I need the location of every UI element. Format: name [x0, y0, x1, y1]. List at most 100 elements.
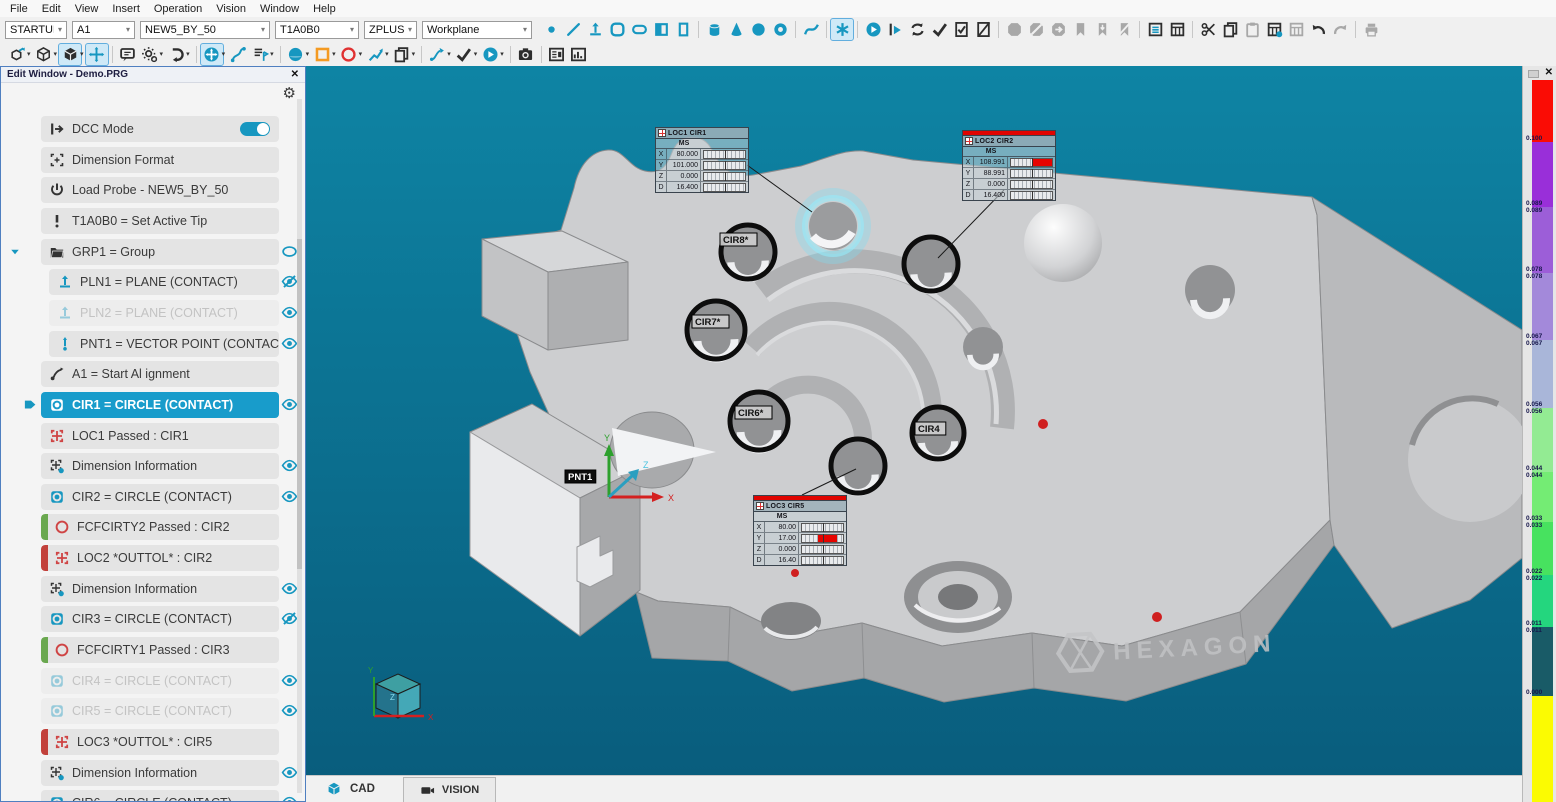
paste-icon[interactable]	[1241, 19, 1263, 40]
command-item-fcfcirty1[interactable]: FCFCIRTY1 Passed : CIR3	[41, 637, 279, 663]
command-item-dimension[interactable]: Dimension Information	[41, 760, 279, 786]
command-item-dimension[interactable]: Dimension Format	[41, 147, 279, 173]
eye-icon[interactable]	[281, 672, 298, 689]
confirm-icon[interactable]	[453, 44, 475, 65]
solid-view-icon[interactable]	[59, 44, 81, 65]
break-icon[interactable]	[1025, 19, 1047, 40]
feature-tag-pnt1[interactable]: PNT1	[565, 470, 596, 483]
eye-off-icon[interactable]	[281, 610, 298, 627]
feature-tag-cir6[interactable]: CIR6*	[735, 406, 772, 419]
menu-help[interactable]: Help	[306, 2, 343, 16]
feature-tag-cir7[interactable]: CIR7*	[692, 315, 729, 328]
wireframe-view-dropdown-icon[interactable]: ▾	[54, 50, 58, 58]
close-icon[interactable]: ✕	[291, 69, 299, 80]
stop-icon[interactable]	[1003, 19, 1025, 40]
tab-cad[interactable]: CAD	[326, 776, 375, 802]
sphere-feature-icon[interactable]	[747, 19, 769, 40]
circle-select-dropdown-icon[interactable]: ▾	[359, 50, 363, 58]
command-item-grp1[interactable]: GRP1 = Group	[41, 239, 279, 265]
command-item-cir3[interactable]: CIR3 = CIRCLE (CONTACT)	[41, 606, 279, 632]
discard-report-icon[interactable]	[972, 19, 994, 40]
program-select[interactable]: STARTUP▾	[5, 21, 67, 39]
pan-view-icon[interactable]	[86, 44, 108, 65]
grid-icon[interactable]	[1285, 19, 1307, 40]
command-item-cir5[interactable]: CIR5 = CIRCLE (CONTACT)	[41, 698, 279, 724]
surface-mode-dropdown-icon[interactable]: ▾	[306, 50, 310, 58]
command-item-dimension[interactable]: Dimension Information	[41, 576, 279, 602]
marker-icon[interactable]	[1069, 19, 1091, 40]
eye-icon[interactable]	[281, 794, 298, 802]
rotate-view-icon[interactable]	[165, 44, 187, 65]
command-item-pln1[interactable]: PLN1 = PLANE (CONTACT)	[49, 269, 279, 295]
cad-viewport[interactable]: HEXAGON Y X Z Y X	[306, 66, 1522, 802]
circle-feature-icon[interactable]	[606, 19, 628, 40]
expander-chevron-icon[interactable]	[9, 246, 21, 258]
copy-pattern-icon[interactable]	[391, 44, 413, 65]
view-orientation-dropdown-icon[interactable]: ▾	[27, 50, 31, 58]
marker-down-icon[interactable]	[1091, 19, 1113, 40]
report-list-icon[interactable]	[1144, 19, 1166, 40]
eye-icon[interactable]	[281, 304, 298, 321]
menu-vision[interactable]: Vision	[209, 2, 253, 16]
menu-operation[interactable]: Operation	[147, 2, 209, 16]
settings-dropdown-icon[interactable]: ▾	[160, 50, 164, 58]
command-item-cir4[interactable]: CIR4 = CIRCLE (CONTACT)	[41, 668, 279, 694]
execute-mode-dropdown-icon[interactable]: ▾	[500, 50, 504, 58]
settings-icon[interactable]	[139, 44, 161, 65]
menu-edit[interactable]: Edit	[35, 2, 68, 16]
command-item-pnt1[interactable]: PNT1 = VECTOR POINT (CONTACT)	[49, 331, 279, 357]
done-icon[interactable]	[928, 19, 950, 40]
snapshot-icon[interactable]	[515, 44, 537, 65]
cut-icon[interactable]	[1197, 19, 1219, 40]
translate-view-dropdown-icon[interactable]: ▾	[222, 50, 226, 58]
command-item-dimension[interactable]: Dimension Information	[41, 453, 279, 479]
round-slot-feature-icon[interactable]	[628, 19, 650, 40]
circle-select-icon[interactable]	[338, 44, 360, 65]
probe-toolbox-icon[interactable]	[249, 44, 271, 65]
eye-icon[interactable]	[281, 764, 298, 781]
feature-tag-cir8[interactable]: CIR8*	[720, 233, 757, 246]
measurement-label-loc3cir5[interactable]: LOC3 CIR5MSX80.00Y17.00Z0.000D16.40	[753, 495, 847, 566]
workplane-select[interactable]: ZPLUS▾	[364, 21, 417, 39]
box-select-icon[interactable]	[311, 44, 333, 65]
cylinder-feature-icon[interactable]	[703, 19, 725, 40]
command-item-cir2[interactable]: CIR2 = CIRCLE (CONTACT)	[41, 484, 279, 510]
path-lines-icon[interactable]	[227, 44, 249, 65]
execute-mode-icon[interactable]	[479, 44, 501, 65]
continue-icon[interactable]	[1047, 19, 1069, 40]
probe-select[interactable]: NEW5_BY_50▾	[140, 21, 270, 39]
auto-feature-icon[interactable]	[831, 19, 853, 40]
execute-icon[interactable]	[862, 19, 884, 40]
command-item-pln2[interactable]: PLN2 = PLANE (CONTACT)	[49, 300, 279, 326]
paste-special-icon[interactable]	[1263, 19, 1285, 40]
torus-feature-icon[interactable]	[769, 19, 791, 40]
marker-skip-icon[interactable]	[1113, 19, 1135, 40]
measurement-path-dropdown-icon[interactable]: ▾	[447, 50, 451, 58]
rectangle-feature-icon[interactable]	[672, 19, 694, 40]
tab-vision[interactable]: VISION	[403, 777, 496, 802]
scrollbar-thumb[interactable]	[297, 239, 302, 569]
graph-analysis-dropdown-icon[interactable]: ▾	[385, 50, 389, 58]
command-item-fcfcirty2[interactable]: FCFCIRTY2 Passed : CIR2	[41, 514, 279, 540]
menu-file[interactable]: File	[3, 2, 35, 16]
cone-feature-icon[interactable]	[725, 19, 747, 40]
translate-view-icon[interactable]	[201, 44, 223, 65]
menu-view[interactable]: View	[68, 2, 106, 16]
redo-icon[interactable]	[1329, 19, 1351, 40]
eye-icon[interactable]	[281, 488, 298, 505]
undo-icon[interactable]	[1307, 19, 1329, 40]
wireframe-view-icon[interactable]	[33, 44, 55, 65]
command-item-dcc[interactable]: DCC Mode	[41, 116, 279, 142]
command-item-t1a0b0[interactable]: T1A0B0 = Set Active Tip	[41, 208, 279, 234]
eye-icon[interactable]	[281, 702, 298, 719]
solid-view-dropdown-icon[interactable]: ▾	[80, 50, 84, 58]
eye-off-icon[interactable]	[281, 273, 298, 290]
report-window-icon[interactable]	[546, 44, 568, 65]
surface-mode-icon[interactable]	[285, 44, 307, 65]
curve-feature-icon[interactable]	[800, 19, 822, 40]
gear-icon[interactable]: ⚙	[283, 86, 296, 101]
comment-icon[interactable]	[117, 44, 139, 65]
graph-window-icon[interactable]	[568, 44, 590, 65]
summary-grid-icon[interactable]	[1166, 19, 1188, 40]
command-item-cir6[interactable]: CIR6 = CIRCLE (CONTACT)	[41, 790, 279, 802]
